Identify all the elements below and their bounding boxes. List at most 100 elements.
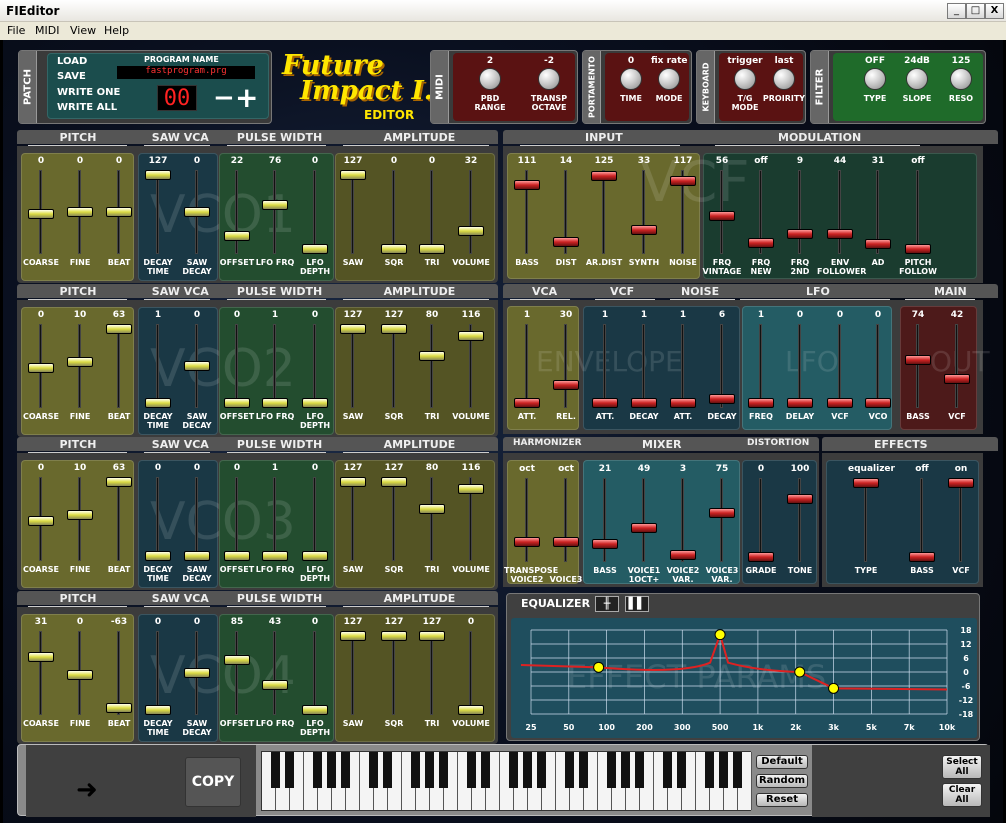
vco3-slider-11-handle[interactable] [458, 483, 484, 494]
vco1-slider-1-handle[interactable] [67, 207, 93, 217]
eq-sliders-icon[interactable]: ╫ [595, 596, 619, 612]
vcf-input-slider-2-handle[interactable] [591, 171, 617, 182]
default-button[interactable]: Default [756, 755, 808, 769]
vco3-slider-2-handle[interactable] [106, 477, 132, 487]
piano-black-key[interactable] [285, 752, 294, 788]
vco1-slider-6-handle[interactable] [262, 199, 288, 210]
piano-black-key[interactable] [733, 752, 742, 788]
harm-slider-1-handle[interactable] [553, 537, 579, 548]
piano-black-key[interactable] [383, 752, 392, 788]
vco1-slider-8-handle[interactable] [340, 170, 366, 180]
maximize-button[interactable]: □ [966, 3, 985, 19]
vco3-slider-9-handle[interactable] [381, 477, 407, 487]
vco4-slider-7-handle[interactable] [302, 705, 328, 715]
piano-black-key[interactable] [313, 752, 322, 788]
piano-black-key[interactable] [411, 752, 420, 788]
program-name-display[interactable]: fastprogram.prg [117, 66, 255, 79]
reset-button[interactable]: Reset [756, 793, 808, 807]
harm-slider-7-handle[interactable] [787, 493, 813, 504]
piano-black-key[interactable] [621, 752, 630, 788]
midi-knob-1-knob[interactable] [538, 68, 560, 90]
vcf-mod-slider-0-handle[interactable] [709, 211, 735, 222]
vco1-slider-5-handle[interactable] [224, 231, 250, 242]
vco1-slider-11-handle[interactable] [458, 225, 484, 236]
piano-black-key[interactable] [341, 752, 350, 788]
vcf-input-slider-3-handle[interactable] [631, 224, 657, 235]
menu-help[interactable]: Help [104, 24, 129, 37]
piano-black-key[interactable] [607, 752, 616, 788]
env-slider-8-handle[interactable] [827, 398, 853, 408]
piano-black-key[interactable] [663, 752, 672, 788]
piano-black-key[interactable] [719, 752, 728, 788]
vcf-mod-slider-2-handle[interactable] [787, 229, 813, 240]
vco3-slider-3-handle[interactable] [145, 551, 171, 561]
env-slider-0-handle[interactable] [514, 398, 540, 408]
vco2-slider-11-handle[interactable] [458, 330, 484, 341]
portamento-knob-1-knob[interactable] [658, 68, 680, 90]
vco2-slider-0-handle[interactable] [28, 363, 54, 374]
filter-knob-0-knob[interactable] [864, 68, 886, 90]
vco4-slider-5-handle[interactable] [224, 655, 250, 666]
program-plus-button[interactable]: + [235, 81, 258, 114]
vco4-slider-0-handle[interactable] [28, 651, 54, 662]
copy-button[interactable]: COPY [185, 757, 241, 807]
env-slider-4-handle[interactable] [670, 398, 696, 408]
env-slider-1-handle[interactable] [553, 380, 579, 391]
piano-black-key[interactable] [677, 752, 686, 788]
env-slider-3-handle[interactable] [631, 398, 657, 408]
harm-slider-4-handle[interactable] [670, 549, 696, 560]
vco1-slider-10-handle[interactable] [419, 244, 445, 254]
harm-slider-9-handle[interactable] [909, 552, 935, 562]
env-slider-11-handle[interactable] [944, 373, 970, 384]
vco2-slider-6-handle[interactable] [262, 398, 288, 408]
piano-black-key[interactable] [509, 752, 518, 788]
harm-slider-8-handle[interactable] [853, 478, 879, 488]
vco4-slider-2-handle[interactable] [106, 702, 132, 713]
piano-black-key[interactable] [635, 752, 644, 788]
vco4-slider-11-handle[interactable] [458, 705, 484, 715]
vcf-mod-slider-1-handle[interactable] [748, 238, 774, 249]
vco1-slider-9-handle[interactable] [381, 244, 407, 254]
env-slider-9-handle[interactable] [865, 398, 891, 408]
vco3-slider-7-handle[interactable] [302, 551, 328, 561]
vcf-input-slider-1-handle[interactable] [553, 236, 579, 247]
eq-point-handle[interactable] [828, 682, 840, 694]
vco2-slider-8-handle[interactable] [340, 324, 366, 334]
vco1-slider-0-handle[interactable] [28, 209, 54, 220]
env-slider-6-handle[interactable] [748, 398, 774, 408]
load-button[interactable]: LOAD [57, 56, 87, 67]
vco2-slider-4-handle[interactable] [184, 361, 210, 371]
filter-knob-1-knob[interactable] [906, 68, 928, 90]
vco4-slider-6-handle[interactable] [262, 679, 288, 690]
harm-slider-2-handle[interactable] [592, 539, 618, 550]
harm-slider-10-handle[interactable] [948, 478, 974, 488]
piano-black-key[interactable] [523, 752, 532, 788]
env-slider-2-handle[interactable] [592, 398, 618, 408]
eq-point-handle[interactable] [593, 661, 605, 673]
eq-point-handle[interactable] [714, 629, 726, 641]
harm-slider-5-handle[interactable] [709, 508, 735, 519]
vco2-slider-2-handle[interactable] [106, 324, 132, 334]
vco3-slider-8-handle[interactable] [340, 477, 366, 487]
random-button[interactable]: Random [756, 774, 808, 788]
select-all-button[interactable]: Select All [942, 755, 982, 779]
harm-slider-6-handle[interactable] [748, 552, 774, 562]
piano-black-key[interactable] [537, 752, 546, 788]
vco3-slider-0-handle[interactable] [28, 516, 54, 527]
piano-black-key[interactable] [705, 752, 714, 788]
vcf-mod-slider-5-handle[interactable] [905, 244, 931, 254]
vco3-slider-10-handle[interactable] [419, 504, 445, 515]
piano-black-key[interactable] [369, 752, 378, 788]
vco2-slider-7-handle[interactable] [302, 398, 328, 408]
write-one-button[interactable]: WRITE ONE [57, 87, 120, 98]
keyboard-knob-0-knob[interactable] [734, 68, 756, 90]
vco1-slider-4-handle[interactable] [184, 207, 210, 217]
vco2-slider-9-handle[interactable] [381, 324, 407, 334]
piano-keyboard[interactable] [261, 751, 752, 811]
vco4-slider-4-handle[interactable] [184, 668, 210, 678]
vcf-input-slider-4-handle[interactable] [670, 175, 696, 186]
harm-slider-3-handle[interactable] [631, 523, 657, 534]
piano-black-key[interactable] [327, 752, 336, 788]
eq-bars-icon[interactable]: ▌▌ [625, 596, 649, 612]
vco2-slider-3-handle[interactable] [145, 398, 171, 408]
